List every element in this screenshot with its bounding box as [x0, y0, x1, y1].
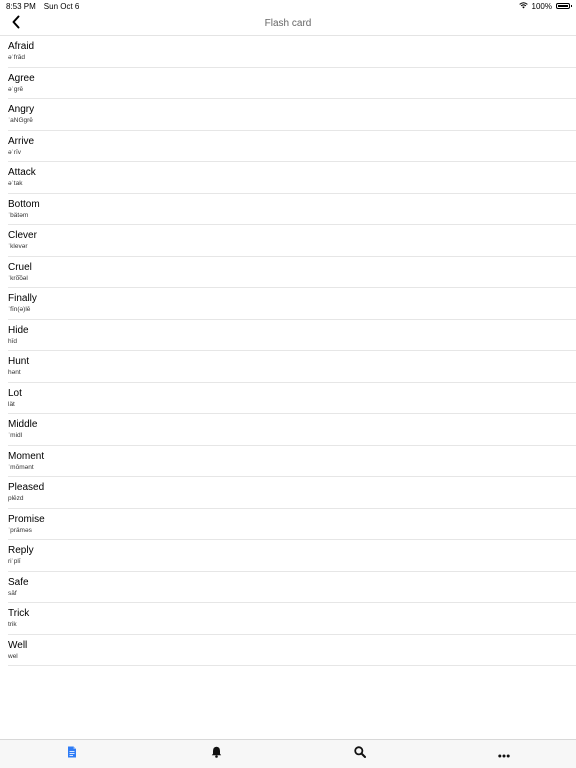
list-item[interactable]: Promise ˈpräməs	[8, 509, 576, 540]
tab-bar	[0, 739, 576, 768]
word-list: Afraid əˈfrād Agree əˈgrē Angry ˈaNGgrē Arrive…	[0, 36, 576, 666]
list-item[interactable]: Middle ˈmidl	[8, 414, 576, 446]
list-item[interactable]: Hide hīd	[8, 320, 576, 351]
list-item[interactable]: Bottom ˈbätəm	[8, 194, 576, 225]
phonetic-label: əˈfrād	[8, 54, 25, 62]
status-date: Sun Oct 6	[43, 1, 80, 11]
list-item[interactable]: Reply riˈplī	[8, 540, 576, 572]
word-label: Safe	[8, 576, 29, 588]
word-label: Trick	[8, 608, 30, 620]
status-bar: 8:53 PM Sun Oct 6 100%	[0, 0, 576, 12]
phonetic-label: trik	[8, 621, 17, 629]
back-button[interactable]	[6, 14, 26, 34]
status-time: 8:53 PM	[6, 1, 36, 11]
tab-document[interactable]	[0, 740, 144, 768]
phonetic-label: riˈplī	[8, 558, 21, 566]
phonetic-label: ˈaNGgrē	[8, 117, 33, 125]
word-label: Agree	[8, 72, 35, 84]
list-item[interactable]: Finally ˈfīn(ə)lē	[8, 288, 576, 320]
phonetic-label: ˈbätəm	[8, 211, 29, 219]
word-label: Hide	[8, 324, 29, 336]
word-label: Arrive	[8, 135, 35, 147]
list-item[interactable]: Lot lät	[8, 383, 576, 414]
word-label: Pleased	[8, 482, 45, 494]
phonetic-label: əˈrīv	[8, 148, 21, 156]
word-label: Middle	[8, 419, 38, 431]
word-label: Promise	[8, 513, 45, 525]
list-item[interactable]: Hunt hənt	[8, 351, 576, 383]
list-item[interactable]: Moment ˈmōmənt	[8, 446, 576, 477]
list-item[interactable]: Arrive əˈrīv	[8, 131, 576, 162]
phonetic-label: ˈmōmənt	[8, 463, 34, 471]
list-item[interactable]: Attack əˈtak	[8, 162, 576, 194]
bell-icon	[211, 745, 222, 763]
phonetic-label: plēzd	[8, 495, 24, 503]
word-label: Bottom	[8, 198, 40, 210]
chevron-left-icon	[11, 15, 21, 34]
page-title: Flash card	[264, 18, 312, 29]
tab-search[interactable]	[288, 740, 432, 768]
list-item[interactable]: Agree əˈgrē	[8, 68, 576, 99]
list-item[interactable]: Angry ˈaNGgrē	[8, 99, 576, 131]
phonetic-label: ˈmidl	[8, 432, 23, 440]
word-label: Moment	[8, 450, 45, 462]
status-left: 8:53 PM Sun Oct 6	[6, 2, 79, 11]
status-right: 100%	[518, 1, 572, 11]
phonetic-label: əˈtak	[8, 180, 23, 188]
list-item[interactable]: Pleased plēzd	[8, 477, 576, 509]
document-icon	[67, 745, 77, 763]
battery-fill	[558, 5, 568, 7]
phonetic-label: sāf	[8, 589, 17, 597]
phonetic-label: ˈfīn(ə)lē	[8, 306, 31, 314]
word-label: Cruel	[8, 261, 32, 273]
phonetic-label: lät	[8, 400, 15, 408]
battery-percent: 100%	[531, 1, 552, 11]
list-item[interactable]: Safe sāf	[8, 572, 576, 603]
nav-bar: Flash card	[0, 12, 576, 36]
word-label: Lot	[8, 387, 22, 399]
list-item[interactable]: Trick trik	[8, 603, 576, 635]
word-label: Hunt	[8, 356, 30, 368]
search-icon	[354, 745, 366, 763]
tab-notifications[interactable]	[144, 740, 288, 768]
wifi-icon	[518, 1, 528, 11]
word-label: Afraid	[8, 41, 35, 53]
list-item[interactable]: Cruel ˈkro͞oəl	[8, 257, 576, 288]
phonetic-label: hənt	[8, 369, 21, 377]
more-icon	[498, 745, 510, 763]
word-label: Finally	[8, 293, 37, 305]
phonetic-label: wel	[8, 652, 18, 660]
phonetic-label: əˈgrē	[8, 85, 24, 93]
word-label: Clever	[8, 230, 37, 242]
phonetic-label: ˈkro͞oəl	[8, 274, 28, 282]
word-label: Attack	[8, 167, 36, 179]
phonetic-label: ˈpräməs	[8, 526, 32, 534]
word-label: Well	[8, 639, 28, 651]
phonetic-label: ˈklevər	[8, 243, 28, 251]
battery-icon	[556, 3, 572, 9]
phonetic-label: hīd	[8, 337, 18, 345]
list-item[interactable]: Clever ˈklevər	[8, 225, 576, 257]
list-item[interactable]: Afraid əˈfrād	[8, 36, 576, 68]
list-item[interactable]: Well wel	[8, 635, 576, 666]
word-label: Angry	[8, 104, 35, 116]
tab-more[interactable]	[432, 740, 576, 768]
word-label: Reply	[8, 545, 34, 557]
